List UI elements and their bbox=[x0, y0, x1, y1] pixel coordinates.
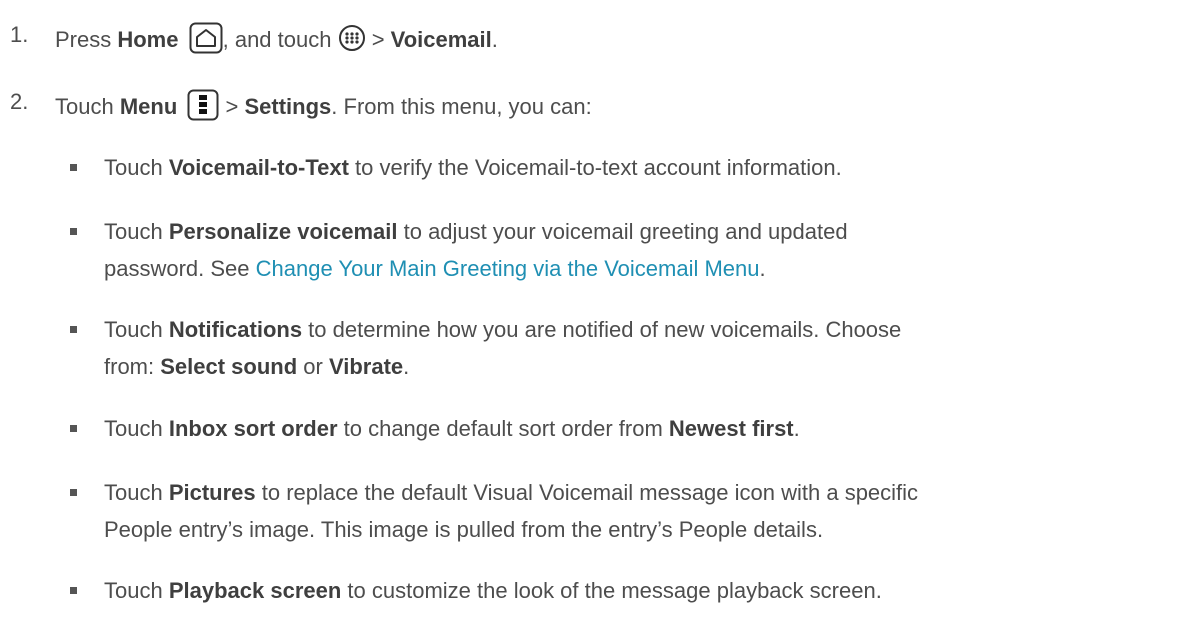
list-item-continued: People entry’s image. This image is pull… bbox=[104, 517, 824, 542]
step-2-text: Touch Menu > Settings. From this menu, y… bbox=[55, 89, 592, 127]
list-item: Touch Playback screen to customize the l… bbox=[104, 578, 882, 604]
apps-icon bbox=[338, 24, 366, 58]
home-icon bbox=[189, 22, 223, 60]
bullet-marker bbox=[70, 587, 77, 594]
bullet-marker bbox=[70, 326, 77, 333]
list-item: Touch Pictures to replace the default Vi… bbox=[104, 480, 918, 506]
list-item-continued: from: Select sound or Vibrate. bbox=[104, 354, 409, 380]
item-text: or bbox=[297, 354, 329, 379]
greeting-link[interactable]: Change Your Main Greeting via the Voicem… bbox=[256, 256, 760, 281]
bullet-marker bbox=[70, 489, 77, 496]
item-text: Touch bbox=[104, 317, 169, 342]
home-label: Home bbox=[117, 26, 179, 52]
step-text: , and touch bbox=[222, 26, 338, 52]
step-text: . bbox=[491, 26, 498, 52]
menu-label: Menu bbox=[119, 93, 178, 119]
item-text: to replace the default Visual Voicemail … bbox=[255, 480, 919, 505]
step-text: Touch bbox=[55, 93, 120, 119]
item-text: . bbox=[793, 416, 800, 441]
list-item: Touch Personalize voicemail to adjust yo… bbox=[104, 219, 848, 245]
item-text: to verify the Voicemail-to-text account … bbox=[348, 155, 842, 180]
item-text: Touch bbox=[104, 480, 169, 505]
menu-icon bbox=[187, 89, 219, 127]
item-text: to change default sort order from bbox=[337, 416, 669, 441]
step-1-text: Press Home , and touch > Voicemail. bbox=[55, 22, 498, 60]
list-item: Touch Inbox sort order to change default… bbox=[104, 416, 800, 442]
item-bold: Voicemail-to-Text bbox=[168, 155, 349, 180]
step-text: . From this menu, you can: bbox=[331, 93, 592, 119]
item-text: . bbox=[759, 256, 766, 281]
item-text: Touch bbox=[104, 578, 169, 603]
step-text: > bbox=[219, 93, 245, 119]
item-text: password. See bbox=[104, 256, 256, 281]
item-text: Touch bbox=[104, 219, 169, 244]
item-bold: Notifications bbox=[168, 317, 303, 342]
list-item-continued: password. See Change Your Main Greeting … bbox=[104, 256, 766, 282]
item-bold: Personalize voicemail bbox=[168, 219, 398, 244]
item-bold: Select sound bbox=[160, 354, 298, 379]
step-number: 2. bbox=[10, 89, 29, 114]
item-bold: Pictures bbox=[168, 480, 256, 505]
step-number: 1. bbox=[10, 22, 29, 47]
item-text: . bbox=[403, 354, 410, 379]
item-text: Touch bbox=[104, 416, 169, 441]
bullet-marker bbox=[70, 425, 77, 432]
item-bold: Newest first bbox=[668, 416, 794, 441]
list-item: Touch Voicemail-to-Text to verify the Vo… bbox=[104, 155, 842, 181]
item-text: to determine how you are notified of new… bbox=[302, 317, 902, 342]
item-bold: Vibrate bbox=[328, 354, 404, 379]
step-text: Press bbox=[55, 26, 118, 52]
item-text: Touch bbox=[104, 155, 169, 180]
voicemail-label: Voicemail bbox=[390, 26, 492, 52]
bullet-marker bbox=[70, 228, 77, 235]
item-bold: Inbox sort order bbox=[168, 416, 338, 441]
list-item: Touch Notifications to determine how you… bbox=[104, 317, 901, 343]
bullet-marker bbox=[70, 164, 77, 171]
item-bold: Playback screen bbox=[168, 578, 342, 603]
item-text: from: bbox=[104, 354, 161, 379]
item-text: to customize the look of the message pla… bbox=[341, 578, 882, 603]
settings-label: Settings bbox=[244, 93, 332, 119]
item-text: to adjust your voicemail greeting and up… bbox=[397, 219, 848, 244]
step-text: > bbox=[365, 26, 391, 52]
